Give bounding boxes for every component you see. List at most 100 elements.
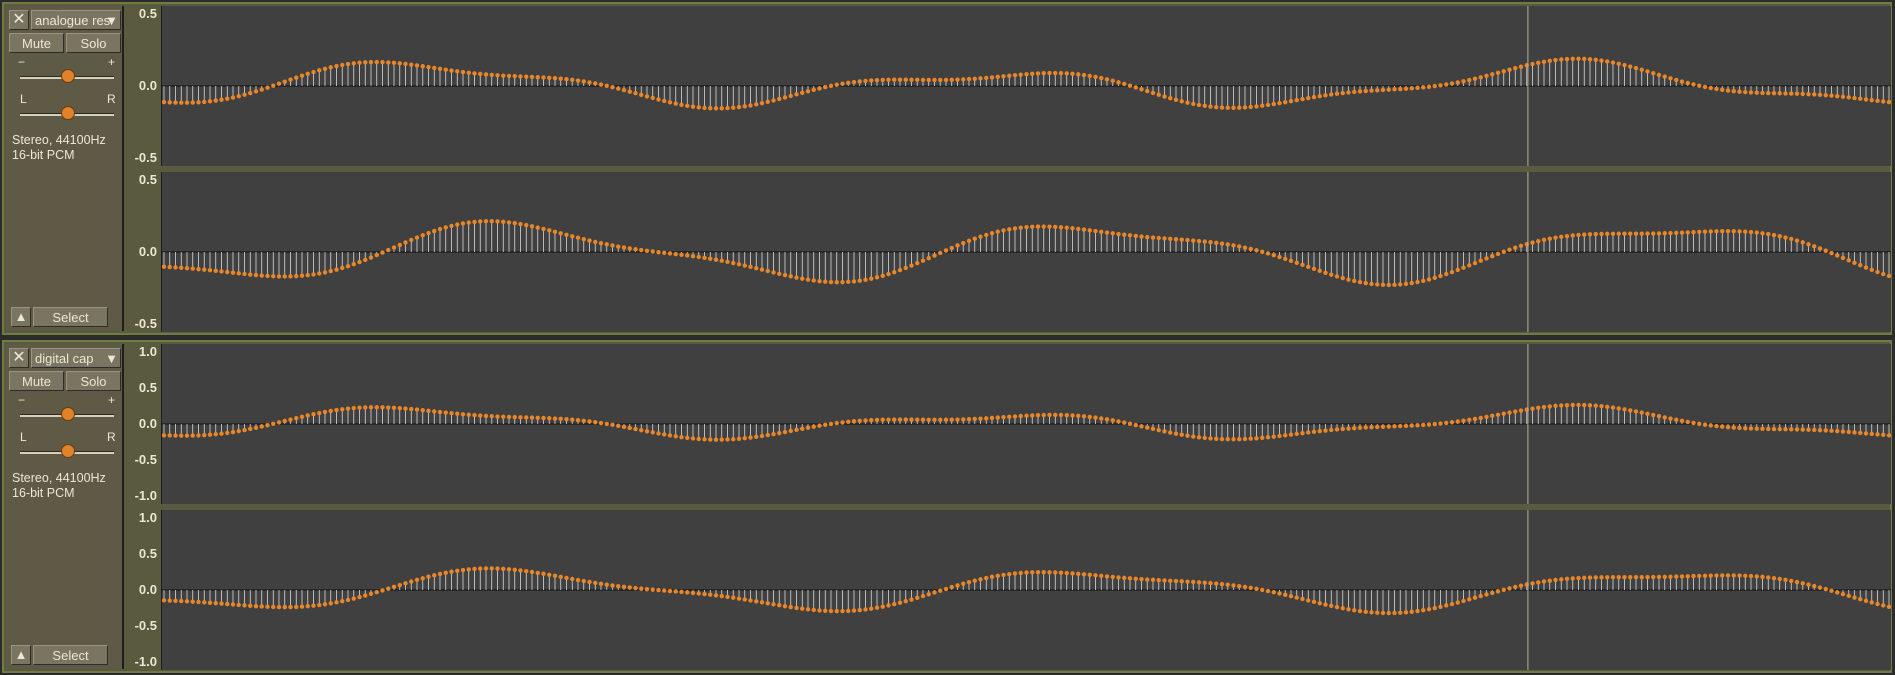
collapse-icon[interactable]: ▲ bbox=[11, 307, 31, 327]
sample-point bbox=[1346, 426, 1351, 431]
sample-point bbox=[1260, 103, 1265, 108]
sample-point bbox=[851, 419, 857, 424]
sample-point bbox=[340, 62, 345, 68]
sample-point bbox=[1616, 231, 1621, 236]
gain-slider-thumb[interactable] bbox=[61, 69, 75, 83]
sample-point bbox=[518, 568, 523, 573]
channel-right[interactable]: 1.0 0.5 0.0 -0.5 -1.0 bbox=[126, 510, 1891, 670]
sample-point bbox=[1576, 575, 1581, 581]
sample-point bbox=[621, 584, 627, 590]
sample-point bbox=[1685, 230, 1690, 235]
sample-point bbox=[391, 405, 397, 410]
sample-point bbox=[1271, 252, 1276, 258]
sample-point bbox=[1484, 414, 1489, 420]
waveform-area[interactable] bbox=[162, 510, 1891, 670]
sample-point bbox=[420, 407, 425, 413]
track-control-panel[interactable]: ✕ digital cap ▼ Mute Solo − + L R Stereo… bbox=[6, 344, 124, 669]
sample-point bbox=[782, 272, 788, 278]
sample-point bbox=[351, 596, 356, 601]
sample-point bbox=[1518, 408, 1524, 413]
pan-slider[interactable] bbox=[20, 444, 114, 460]
sample-point bbox=[374, 405, 379, 410]
sample-point bbox=[1875, 98, 1880, 104]
sample-point bbox=[1294, 97, 1299, 103]
sample-point bbox=[1553, 403, 1558, 409]
sample-point bbox=[1053, 70, 1058, 76]
sample-point bbox=[1104, 417, 1110, 422]
select-button[interactable]: Select bbox=[33, 645, 108, 665]
sample-point bbox=[616, 86, 621, 91]
sample-point bbox=[1777, 91, 1782, 96]
sample-point bbox=[357, 405, 362, 410]
waveform-area[interactable] bbox=[162, 6, 1891, 166]
sample-point bbox=[1145, 577, 1150, 582]
sample-point bbox=[1656, 231, 1662, 236]
sample-point bbox=[972, 416, 977, 422]
channel-right[interactable]: 0.5 0.0 -0.5 bbox=[126, 172, 1891, 332]
pan-slider[interactable] bbox=[20, 106, 114, 122]
solo-button[interactable]: Solo bbox=[66, 371, 121, 391]
sample-point bbox=[1628, 231, 1633, 236]
sample-point bbox=[1191, 579, 1196, 585]
sample-point bbox=[1651, 231, 1656, 236]
sample-point bbox=[478, 219, 483, 224]
sample-point bbox=[1352, 278, 1357, 284]
sample-point bbox=[1886, 273, 1891, 279]
sample-point bbox=[1334, 91, 1340, 96]
pan-slider-thumb[interactable] bbox=[61, 106, 75, 120]
channel-left[interactable]: 1.0 0.5 0.0 -0.5 -1.0 bbox=[126, 344, 1891, 504]
sample-point bbox=[1852, 430, 1857, 435]
sample-point bbox=[1518, 243, 1524, 249]
sample-point bbox=[1242, 105, 1248, 110]
sample-point bbox=[1018, 570, 1023, 576]
select-button[interactable]: Select bbox=[33, 307, 108, 327]
collapse-icon[interactable]: ▲ bbox=[11, 645, 31, 665]
sample-point bbox=[460, 567, 466, 573]
mute-button[interactable]: Mute bbox=[9, 371, 64, 391]
mute-button[interactable]: Mute bbox=[9, 33, 64, 53]
sample-point bbox=[1691, 573, 1696, 579]
track-control-panel[interactable]: ✕ analogue res ▼ Mute Solo − + L R Stere… bbox=[6, 6, 124, 331]
sample-point bbox=[1415, 608, 1420, 614]
audacity-window: ✕ analogue res ▼ Mute Solo − + L R Stere… bbox=[0, 0, 1895, 675]
sample-point bbox=[1536, 60, 1541, 66]
sample-point bbox=[1858, 96, 1863, 101]
sample-point bbox=[1806, 242, 1811, 247]
track-digital[interactable]: ✕ digital cap ▼ Mute Solo − + L R Stereo… bbox=[2, 340, 1892, 673]
sample-point bbox=[1806, 91, 1811, 97]
sample-point bbox=[1386, 610, 1391, 616]
track-name-menu[interactable]: digital cap ▼ bbox=[31, 348, 121, 368]
solo-button[interactable]: Solo bbox=[66, 33, 121, 53]
sample-point bbox=[253, 272, 259, 278]
sample-point bbox=[426, 408, 431, 413]
sample-point bbox=[1530, 240, 1535, 245]
sample-point bbox=[886, 77, 891, 82]
sample-point bbox=[1725, 228, 1731, 234]
sample-point bbox=[1093, 415, 1098, 420]
track-name-menu[interactable]: analogue res ▼ bbox=[31, 10, 121, 30]
sample-point bbox=[1651, 70, 1656, 76]
waveform-area[interactable] bbox=[162, 172, 1891, 332]
sample-point bbox=[1869, 267, 1874, 273]
sample-point bbox=[1835, 93, 1840, 99]
sample-point bbox=[173, 100, 178, 105]
gain-slider[interactable] bbox=[20, 69, 114, 85]
sample-point bbox=[1530, 406, 1535, 411]
format-bits: 16-bit PCM bbox=[12, 486, 75, 500]
sample-point bbox=[1449, 269, 1455, 275]
sample-point bbox=[1047, 70, 1052, 76]
sample-point bbox=[1633, 409, 1639, 414]
sample-point bbox=[598, 581, 604, 587]
sample-point bbox=[627, 585, 632, 590]
sample-point bbox=[1559, 577, 1564, 582]
channel-left[interactable]: 0.5 0.0 -0.5 bbox=[126, 6, 1891, 166]
gain-slider[interactable] bbox=[20, 407, 114, 423]
close-track-icon[interactable]: ✕ bbox=[9, 10, 29, 30]
sample-point bbox=[1754, 230, 1759, 235]
waveform-area[interactable] bbox=[162, 344, 1891, 504]
close-track-icon[interactable]: ✕ bbox=[9, 348, 29, 368]
sample-point bbox=[1467, 263, 1472, 268]
pan-slider-thumb[interactable] bbox=[61, 444, 75, 458]
gain-slider-thumb[interactable] bbox=[61, 407, 75, 421]
track-analogue[interactable]: ✕ analogue res ▼ Mute Solo − + L R Stere… bbox=[2, 2, 1892, 335]
